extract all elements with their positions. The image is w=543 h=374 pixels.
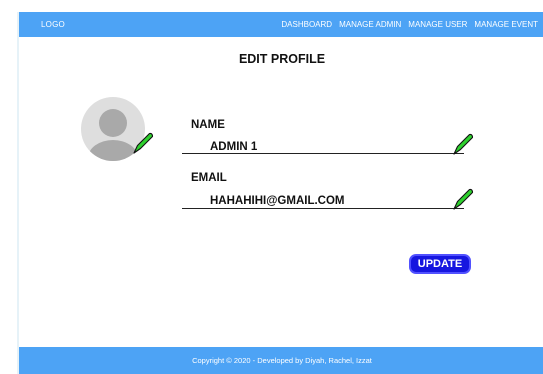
page-frame: LOGO DASHBOARD MANAGE ADMIN MANAGE USER … <box>17 12 543 374</box>
pencil-icon[interactable] <box>451 187 475 211</box>
email-label: EMAIL <box>191 172 227 184</box>
nav-manage-user[interactable]: MANAGE USER <box>408 20 467 29</box>
nav-manage-event[interactable]: MANAGE EVENT <box>474 20 538 29</box>
email-underline <box>182 208 464 209</box>
pencil-icon[interactable] <box>451 132 475 156</box>
nav-dashboard[interactable]: DASHBOARD <box>281 20 332 29</box>
name-label: NAME <box>191 119 225 131</box>
name-underline <box>182 153 464 154</box>
pencil-icon[interactable] <box>131 131 155 155</box>
avatar-head <box>99 109 127 137</box>
nav-manage-admin[interactable]: MANAGE ADMIN <box>339 20 401 29</box>
logo[interactable]: LOGO <box>41 20 65 29</box>
email-value[interactable]: HAHAHIHI@GMAIL.COM <box>210 195 345 207</box>
navbar: LOGO DASHBOARD MANAGE ADMIN MANAGE USER … <box>19 12 543 37</box>
name-value[interactable]: ADMIN 1 <box>210 141 257 153</box>
page-title: EDIT PROFILE <box>238 52 326 66</box>
footer-copyright: Copyright © 2020 - Developed by Diyah, R… <box>192 356 372 365</box>
footer: Copyright © 2020 - Developed by Diyah, R… <box>19 347 543 374</box>
update-button[interactable]: UPDATE <box>409 254 471 274</box>
nav-links: DASHBOARD MANAGE ADMIN MANAGE USER MANAG… <box>281 20 538 29</box>
